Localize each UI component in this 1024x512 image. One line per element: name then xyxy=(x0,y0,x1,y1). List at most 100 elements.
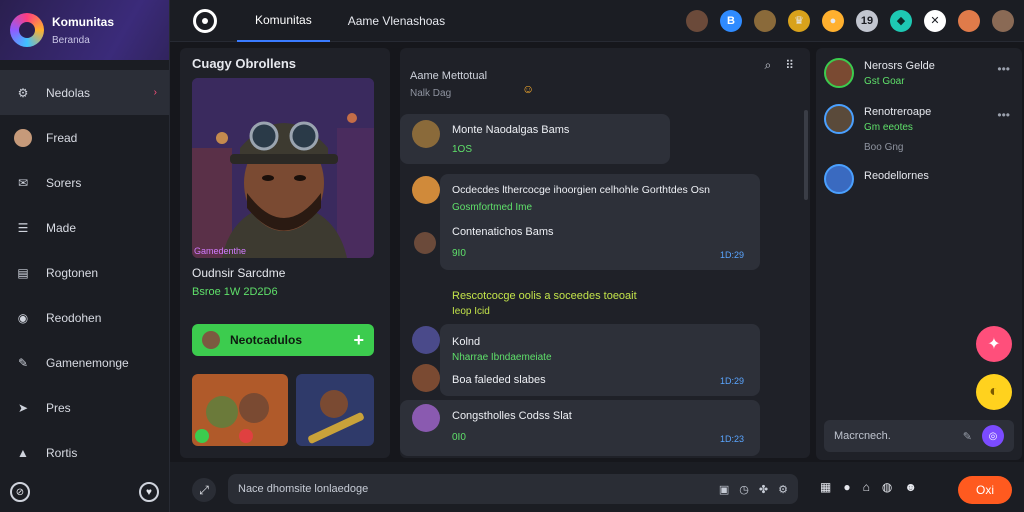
coin-icon[interactable]: ● xyxy=(822,9,844,32)
chat-header: Aame Mettotual xyxy=(410,70,488,82)
pen-icon[interactable]: ✎ xyxy=(963,430,972,443)
friend-status: Gm eeotes xyxy=(864,122,913,133)
avatar-icon[interactable] xyxy=(686,9,708,32)
grid-icon[interactable]: ▦ xyxy=(820,480,831,494)
message-meta: Gosmfortmed Ime xyxy=(452,202,533,213)
coin-button[interactable]: ◐ xyxy=(976,374,1012,410)
tab-vlenashoas[interactable]: Aame Vlenashoas xyxy=(330,0,463,42)
globe-icon[interactable]: ◍ xyxy=(882,480,892,494)
profile-name: Oudnsir Sarcdme xyxy=(192,266,286,280)
sidebar-item-label: Made xyxy=(46,220,77,235)
sidebar-item-label: Rogtonen xyxy=(46,265,99,280)
chat-panel: Aame Mettotual ☺ Nalk Dag ⌕ ⠿ Monte Naod… xyxy=(400,48,810,458)
message-compose-input[interactable]: Nace dhomsite lonlaedoge ▣ ◷ ✤ ⚙ xyxy=(228,474,798,504)
sidebar-item-rortis[interactable]: ▲ Rortis xyxy=(0,430,169,475)
friend-item[interactable]: Reodellornes xyxy=(824,160,1014,198)
message-time: 1D:23 xyxy=(720,434,745,444)
more-icon[interactable]: ••• xyxy=(997,108,1010,122)
attach-icon[interactable]: ⤢ xyxy=(192,478,216,502)
image-icon[interactable]: ▣ xyxy=(719,483,729,496)
friend-name: Renotreroape xyxy=(864,106,932,118)
helmet-icon[interactable] xyxy=(754,9,776,32)
more-icon[interactable]: ••• xyxy=(997,62,1010,76)
profile-stats: Bsroe 1W 2D2D6 xyxy=(192,286,278,298)
side-search-input[interactable]: Macrcnech. ✎ ◎ xyxy=(824,420,1014,452)
share-button[interactable]: ✦ xyxy=(976,326,1012,362)
sidebar-item-reodohen[interactable]: ◉ Reodohen xyxy=(0,295,169,340)
trophy-icon[interactable]: ♛ xyxy=(788,9,810,32)
gear-icon: ⚙ xyxy=(17,85,29,100)
game-thumbnail[interactable] xyxy=(192,374,288,446)
puzzle-icon[interactable]: ✤ xyxy=(759,483,768,496)
sidebar-item-made[interactable]: ☰ Made xyxy=(0,205,169,250)
chat-scrollbar[interactable] xyxy=(804,110,808,200)
friends-panel: Nerosrs Gelde Gst Goar ••• Renotreroape … xyxy=(816,48,1022,460)
message-title: Rescotcocge oolis a soceedes toeoait xyxy=(452,290,637,302)
sidebar-item-label: Pres xyxy=(46,400,71,415)
follow-button[interactable]: Neotcadulos + xyxy=(192,324,374,356)
close-icon[interactable]: ✕ xyxy=(924,9,946,32)
topbar: Komunitas Aame Vlenashoas B ♛ ● 19 ◆ ✕ xyxy=(170,0,1024,42)
sidebar-item-sorers[interactable]: ✉ Sorers xyxy=(0,160,169,205)
friend-extra: Boo Gng xyxy=(864,142,904,153)
sidebar-item-gamenemonge[interactable]: ✎ Gamenemonge xyxy=(0,340,169,385)
message-meta: Ieop Icid xyxy=(452,306,490,317)
chat-subheader: Nalk Dag xyxy=(410,88,452,99)
tab-komunitas[interactable]: Komunitas xyxy=(237,0,330,42)
settings-icon[interactable]: ⚙ xyxy=(778,483,788,496)
chat-tools: ⌕ ⠿ xyxy=(764,58,794,73)
topbar-icons: B ♛ ● 19 ◆ ✕ xyxy=(686,9,1014,32)
bitcoin-icon[interactable]: B xyxy=(720,9,742,32)
bot-icon[interactable]: ◎ xyxy=(982,425,1004,447)
game-thumbnail[interactable] xyxy=(296,374,374,446)
friend-status: Gst Goar xyxy=(864,76,905,87)
sidebar: Komunitas Beranda ⚙ Nedolas › Fread ✉ So… xyxy=(0,0,170,512)
avatar xyxy=(412,364,440,392)
sidebar-item-label: Rortis xyxy=(46,445,78,460)
avatar xyxy=(202,331,220,349)
shield-icon[interactable]: ♥ xyxy=(139,482,159,502)
profile-avatar-icon[interactable] xyxy=(992,9,1014,32)
message-title: Ocdecdes lthercocge ihoorgien celhohle G… xyxy=(452,184,710,196)
sidebar-item-rogtonen[interactable]: ▤ Rogtonen xyxy=(0,250,169,295)
send-button[interactable]: Oxi xyxy=(958,476,1012,504)
bottom-icons: ▦ ● ⌂ ◍ ☻ xyxy=(820,480,917,494)
avatar xyxy=(414,232,436,254)
sidebar-item-label: Fread xyxy=(46,130,78,145)
shield-badge-icon[interactable]: ◆ xyxy=(890,9,912,32)
message-time: 1D:29 xyxy=(720,250,745,260)
sidebar-item-pres[interactable]: ➤ Pres xyxy=(0,385,169,430)
sidebar-item-fread[interactable]: Fread xyxy=(0,115,169,160)
avatar-icon[interactable] xyxy=(958,9,980,32)
search-icon[interactable]: ⌕ xyxy=(764,58,771,73)
plus-icon: + xyxy=(353,329,364,350)
message-bubble xyxy=(400,400,760,456)
sidebar-item-label: Sorers xyxy=(46,175,82,190)
avatar xyxy=(824,164,854,194)
logo-icon[interactable] xyxy=(193,8,217,33)
record-icon: ◉ xyxy=(17,310,29,325)
bell-icon: ▲ xyxy=(17,445,29,460)
brand-logo xyxy=(10,13,44,47)
home-icon[interactable]: ⌂ xyxy=(863,480,870,494)
sidebar-item-nedolas[interactable]: ⚙ Nedolas › xyxy=(0,70,169,115)
message-meta: 9I0 xyxy=(452,248,466,259)
avatar xyxy=(412,176,440,204)
avatar-icon xyxy=(14,128,32,147)
message-title: Contenatichos Bams xyxy=(452,226,554,238)
friend-item[interactable]: Renotreroape Gm eeotes ••• xyxy=(824,100,1014,138)
friend-item[interactable]: Nerosrs Gelde Gst Goar ••• xyxy=(824,54,1014,92)
brand-header[interactable]: Komunitas Beranda xyxy=(0,0,169,60)
avatar-icon[interactable]: ☻ xyxy=(904,480,917,494)
profile-card: Cuagy Obrollens Gamedenthe Oudnsir Sarcd… xyxy=(180,48,390,458)
more-icon[interactable]: ⠿ xyxy=(785,58,794,73)
avatar xyxy=(412,404,440,432)
notification-count-icon[interactable]: 19 xyxy=(856,9,878,32)
settings-icon[interactable]: ⊘ xyxy=(10,482,30,502)
message-title: Boa faleded slabes xyxy=(452,374,546,386)
chevron-right-icon: › xyxy=(153,87,157,98)
clock-icon[interactable]: ◷ xyxy=(739,483,749,496)
message-time: 1D:29 xyxy=(720,376,745,386)
message-meta: 0I0 xyxy=(452,432,466,443)
lock-icon[interactable]: ● xyxy=(843,480,850,494)
